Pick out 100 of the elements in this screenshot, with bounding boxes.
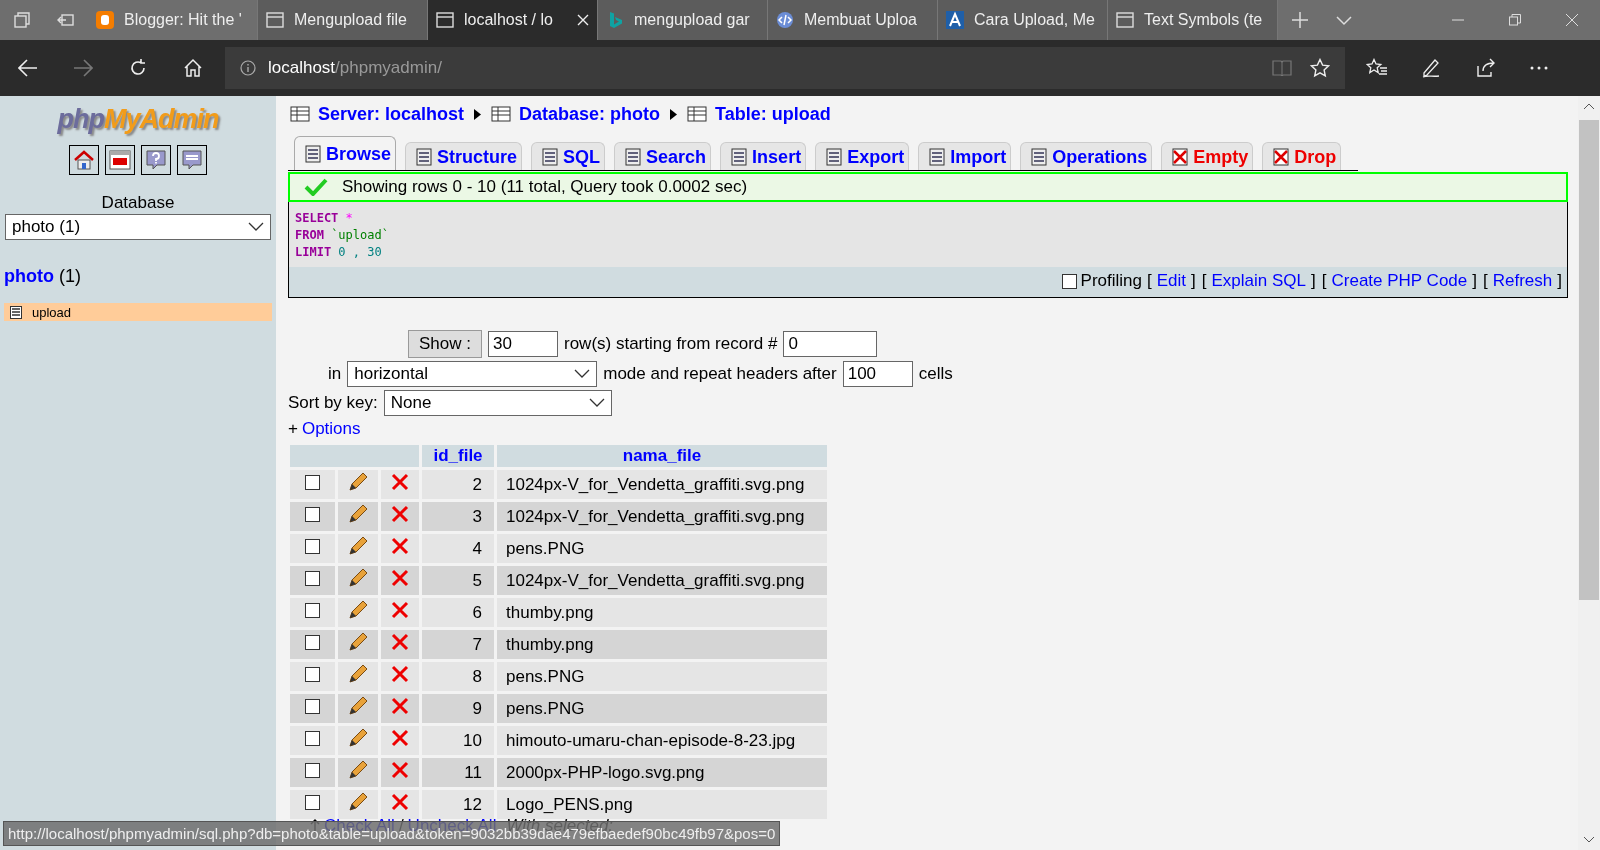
delete-icon[interactable] [391,761,409,779]
browser-tab[interactable]: Mengupload file [258,0,428,40]
tab[interactable]: Export [815,142,910,170]
database-select[interactable]: photo (1) [5,214,271,240]
pencil-icon[interactable] [347,600,369,620]
pencil-icon[interactable] [347,792,369,812]
pencil-icon[interactable] [347,504,369,524]
table-cell: 7 [422,630,494,659]
bracket-text: ] [1557,271,1562,291]
table-cell: 4 [422,534,494,563]
scroll-thumb[interactable] [1579,120,1599,600]
sql-action-link[interactable]: Create PHP Code [1331,271,1468,291]
browser-tab[interactable]: mengupload gar [598,0,768,40]
cells-label: cells [918,364,953,384]
pencil-icon[interactable] [347,664,369,684]
sql-action-link[interactable]: Edit [1156,271,1187,291]
pencil-icon[interactable] [347,696,369,716]
star-icon[interactable] [1310,58,1330,78]
delete-icon[interactable] [391,601,409,619]
sort-select[interactable]: None [383,390,612,416]
row-checkbox[interactable] [305,570,320,586]
breadcrumb-link[interactable]: Database: photo [519,103,661,125]
tab[interactable]: Search [614,142,712,170]
cross-icon [1271,147,1292,167]
check-icon [304,178,328,196]
list-icon [927,147,948,167]
pencil-icon[interactable] [347,632,369,652]
pencil-icon[interactable] [347,472,369,492]
pencil-icon[interactable] [347,568,369,588]
query-window-icon[interactable] [177,145,207,175]
delete-icon[interactable] [391,569,409,587]
mode-label: mode and repeat headers after [603,364,837,384]
list-icon [303,144,323,164]
delete-icon[interactable] [391,729,409,747]
close-icon[interactable] [577,14,589,26]
delete-icon[interactable] [391,665,409,683]
row-checkbox[interactable] [305,602,320,618]
mode-select[interactable]: horizontal [347,361,598,387]
bracket-text: ] [1472,271,1477,291]
tab[interactable]: Drop [1262,142,1342,170]
caret-up-icon[interactable] [1583,102,1595,110]
server-icon [290,105,310,123]
browser-tab[interactable]: Membuat Uploa [768,0,938,40]
breadcrumb-link[interactable]: Server: localhost [318,103,465,125]
profiling-checkbox[interactable] [1061,273,1077,289]
browser-tab[interactable]: localhost / lo [428,0,598,40]
column-header[interactable]: id_file [422,445,494,467]
row-checkbox[interactable] [305,698,320,714]
address-field[interactable]: localhost/phpmyadmin/ [225,47,1345,89]
options-link[interactable]: Options [301,419,361,439]
page-icon [266,12,284,28]
tab[interactable]: Import [918,142,1012,170]
row-checkbox[interactable] [305,730,320,746]
cross-icon [1170,147,1191,167]
table-cell: 3 [422,502,494,531]
row-checkbox[interactable] [305,474,320,490]
table-cell: pens.PNG [497,694,827,723]
tab[interactable]: Insert [720,142,807,170]
tab[interactable]: Empty [1161,142,1254,170]
repeat-headers-field[interactable]: 100 [842,361,913,387]
bracket-text: [ [1321,271,1327,291]
pencil-icon[interactable] [347,760,369,780]
start-record-field[interactable]: 0 [783,331,878,357]
logo[interactable]: phpMyAdmin [57,104,219,135]
column-header[interactable]: nama_file [497,445,827,467]
row-checkbox[interactable] [305,634,320,650]
tab[interactable]: Structure [405,142,523,170]
list-icon [540,147,561,167]
table-count: (1) [59,266,81,286]
tab[interactable]: Browse [294,136,397,170]
home-icon[interactable] [69,145,99,175]
delete-icon[interactable] [391,697,409,715]
pencil-icon[interactable] [347,536,369,556]
sql-action-link[interactable]: Explain SQL [1211,271,1307,291]
row-checkbox[interactable] [305,538,320,554]
help-icon[interactable] [141,145,171,175]
table-item[interactable]: upload [4,303,272,321]
delete-icon[interactable] [391,633,409,651]
rows-field[interactable]: 30 [488,331,558,357]
table-cell: 8 [422,662,494,691]
caret-down-icon[interactable] [1583,836,1595,844]
delete-icon[interactable] [391,793,409,811]
database-link[interactable]: photo [4,266,54,286]
pencil-icon[interactable] [347,728,369,748]
delete-icon[interactable] [391,473,409,491]
row-checkbox[interactable] [305,666,320,682]
show-button[interactable]: Show : [408,330,482,358]
sql-action-link[interactable]: Refresh [1492,271,1553,291]
delete-icon[interactable] [391,505,409,523]
sql-window-icon[interactable] [105,145,135,175]
chevron-down-icon [588,398,605,408]
row-checkbox[interactable] [305,794,320,810]
tab[interactable]: Operations [1020,142,1153,170]
browser-tab[interactable]: Cara Upload, Me [938,0,1108,40]
browser-tab[interactable]: Text Symbols (te [1108,0,1278,40]
breadcrumb-link[interactable]: Table: upload [715,103,831,125]
row-checkbox[interactable] [305,762,320,778]
row-checkbox[interactable] [305,506,320,522]
delete-icon[interactable] [391,537,409,555]
tab[interactable]: SQL [531,142,606,170]
